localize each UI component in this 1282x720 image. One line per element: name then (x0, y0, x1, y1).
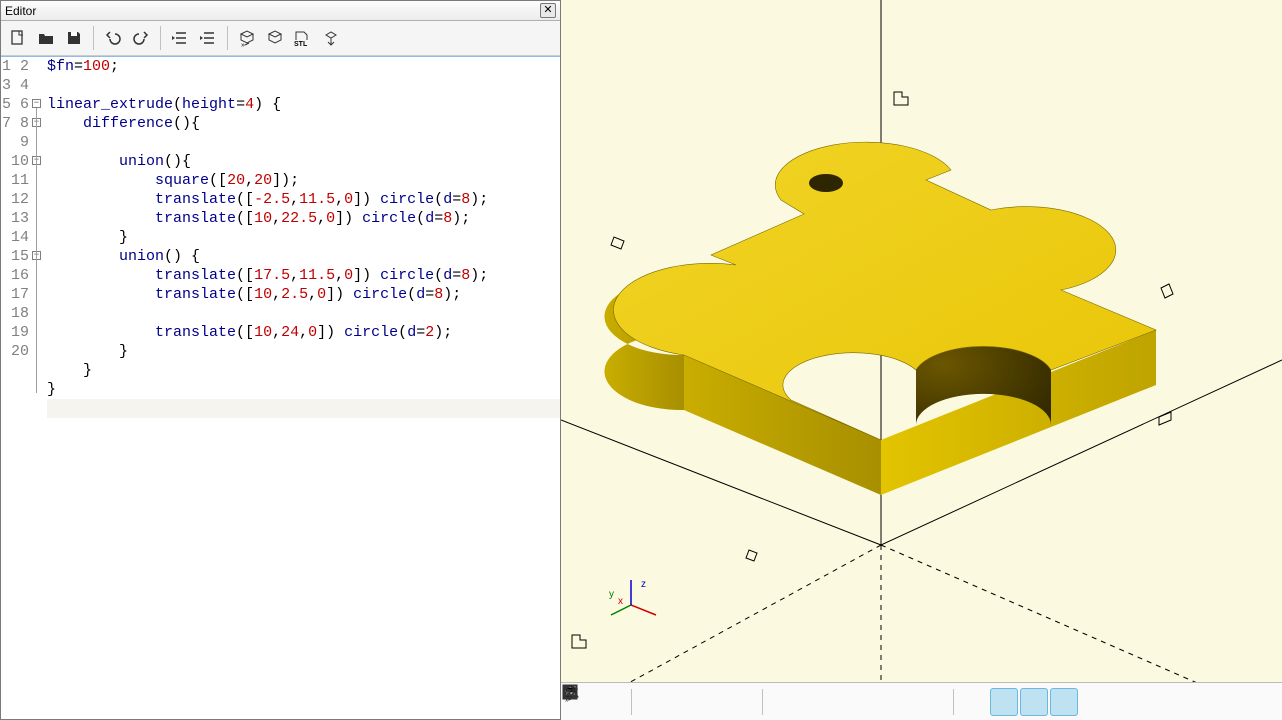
editor-titlebar: Editor ✕ (1, 1, 560, 21)
new-file-button[interactable] (5, 25, 31, 51)
indent-button[interactable] (195, 25, 221, 51)
reset-view-button[interactable] (728, 688, 756, 716)
zoom-fit-button[interactable] (638, 688, 666, 716)
code-text[interactable]: $fn=100; linear_extrude(height=4) { diff… (45, 57, 560, 719)
ortho-button[interactable] (990, 688, 1018, 716)
zoom-out-button[interactable] (698, 688, 726, 716)
render-button[interactable] (262, 25, 288, 51)
editor-close-button[interactable]: ✕ (540, 3, 556, 18)
viewport-3d[interactable]: y z x »10 (561, 0, 1282, 720)
save-file-button[interactable] (61, 25, 87, 51)
view-right-button[interactable] (859, 688, 887, 716)
undo-button[interactable] (100, 25, 126, 51)
view-top-button[interactable] (889, 688, 917, 716)
show-scale-button[interactable]: 10 (1050, 688, 1078, 716)
svg-text:STL: STL (294, 41, 308, 48)
viewport-toolbar: »10 (561, 682, 1282, 720)
zoom-in-button[interactable] (668, 688, 696, 716)
line-number-gutter: 1 2 3 4 5 6 7 8 9 10 11 12 13 14 15 16 1… (1, 57, 31, 719)
editor-panel: Editor ✕ » STL 1 2 3 4 5 6 7 8 9 10 11 12… (0, 0, 561, 720)
view-bottom-button[interactable] (919, 688, 947, 716)
svg-text:x: x (618, 596, 623, 607)
editor-title: Editor (5, 4, 540, 18)
open-file-button[interactable] (33, 25, 59, 51)
puzzle-piece (604, 142, 1156, 495)
fold-gutter[interactable]: −−−− (31, 57, 45, 719)
render-button[interactable] (597, 688, 625, 716)
unindent-button[interactable] (167, 25, 193, 51)
preview-button[interactable]: » (234, 25, 260, 51)
svg-text:y: y (609, 589, 614, 600)
view-left-button[interactable] (829, 688, 857, 716)
send-to-print-button[interactable] (318, 25, 344, 51)
code-area[interactable]: 1 2 3 4 5 6 7 8 9 10 11 12 13 14 15 16 1… (1, 56, 560, 719)
export-stl-button[interactable]: STL (290, 25, 316, 51)
perspective-button[interactable] (960, 688, 988, 716)
svg-text:»: » (241, 42, 245, 48)
show-axes-button[interactable] (1020, 688, 1048, 716)
scene-svg: y z x (561, 0, 1282, 720)
view-front-button[interactable] (769, 688, 797, 716)
svg-text:z: z (641, 579, 646, 590)
axis-gizmo: y z x (609, 579, 656, 615)
redo-button[interactable] (128, 25, 154, 51)
view-back-button[interactable] (799, 688, 827, 716)
show-crosshair-button[interactable] (1080, 688, 1108, 716)
editor-toolbar: » STL (1, 21, 560, 56)
